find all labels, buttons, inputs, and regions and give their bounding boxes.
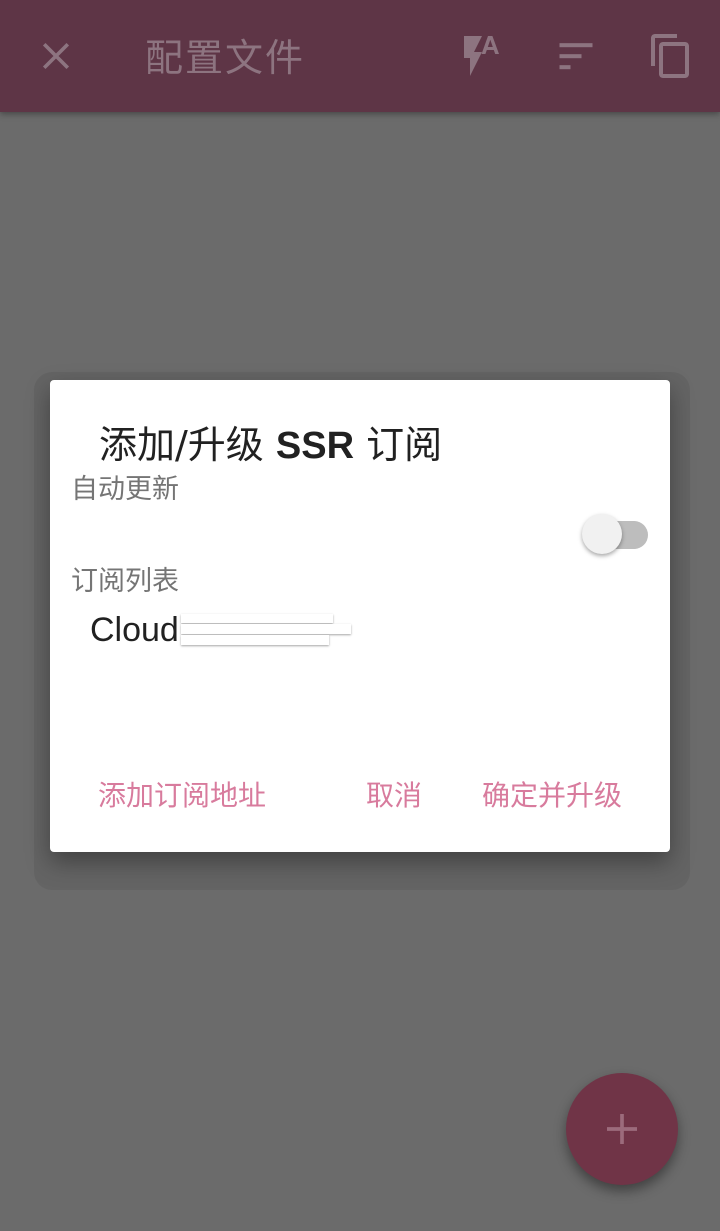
subscription-dialog: 添加/升级 SSR 订阅 自动更新 订阅列表 Cloud 添加订阅地址 取消 确… — [50, 380, 670, 852]
dialog-title: 添加/升级 SSR 订阅 — [99, 422, 442, 469]
dialog-title-ssr: SSR — [275, 425, 355, 467]
toggle-thumb — [582, 514, 622, 554]
dialog-title-suffix: 订阅 — [354, 423, 443, 467]
add-icon — [607, 1114, 637, 1144]
auto-update-label: 自动更新 — [71, 474, 179, 505]
sort-icon — [559, 43, 593, 70]
redaction-bar — [180, 624, 351, 634]
screen: 配置文件 添加/升级 SSR 订阅 自动更新 订阅列表 Cloud 添加订阅地址… — [0, 0, 720, 1231]
redacted-url — [180, 610, 353, 650]
subscription-list-label: 订阅列表 — [71, 566, 179, 597]
cancel-button[interactable]: 取消 — [366, 776, 422, 816]
copy-button[interactable] — [643, 28, 699, 84]
copy-icon — [651, 34, 689, 78]
dialog-title-prefix: 添加/升级 — [99, 423, 276, 467]
close-icon — [42, 42, 70, 70]
app-bar: 配置文件 — [0, 0, 720, 112]
add-subscription-url-button[interactable]: 添加订阅地址 — [98, 776, 266, 816]
subscription-item[interactable]: Cloud — [90, 606, 353, 654]
redaction-bar — [180, 635, 329, 645]
flash-auto-button[interactable] — [452, 28, 508, 84]
redaction-bar — [180, 614, 333, 623]
subscription-name: Cloud — [90, 611, 179, 649]
auto-update-toggle[interactable] — [582, 512, 650, 556]
flash-auto-icon — [464, 36, 499, 76]
sort-button[interactable] — [548, 28, 604, 84]
page-title: 配置文件 — [145, 36, 306, 80]
confirm-upgrade-button[interactable]: 确定并升级 — [482, 776, 622, 816]
close-button[interactable] — [28, 28, 84, 84]
add-profile-fab[interactable] — [566, 1073, 678, 1185]
